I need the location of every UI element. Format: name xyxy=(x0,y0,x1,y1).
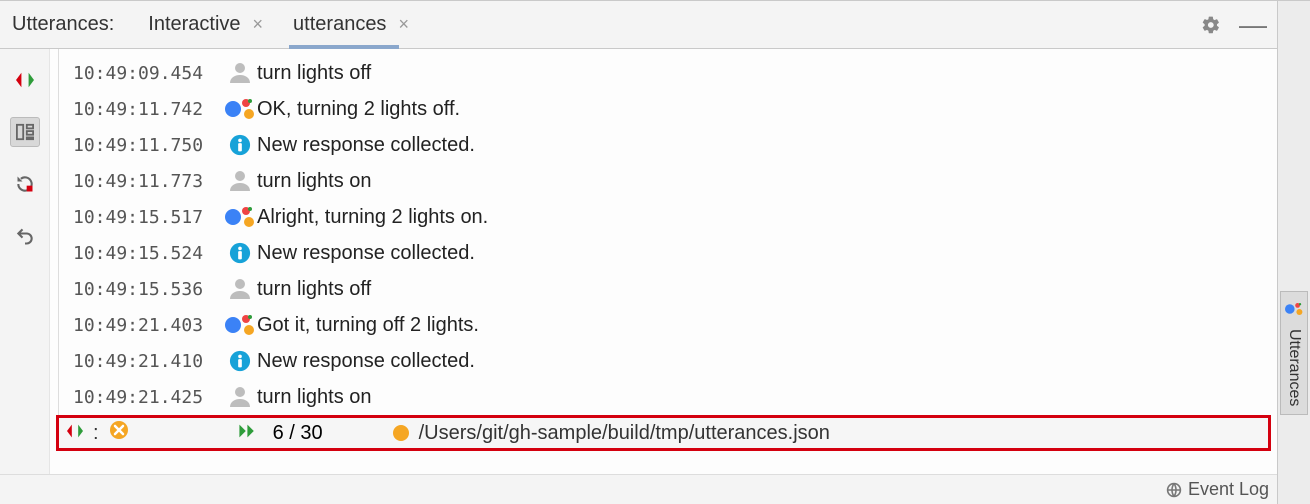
tab-label: Interactive xyxy=(148,13,240,36)
status-colon: : xyxy=(93,422,99,445)
info-icon xyxy=(223,350,257,372)
log-row[interactable]: 10:49:15.517 Alright, turning 2 lights on… xyxy=(73,199,1277,235)
log-row[interactable]: 10:49:15.524 New response collected. xyxy=(73,235,1277,271)
timestamp: 10:49:11.742 xyxy=(73,99,223,120)
user-icon xyxy=(223,385,257,409)
user-icon xyxy=(223,277,257,301)
layout-icon[interactable] xyxy=(10,117,40,147)
tab-utterances[interactable]: utterances × xyxy=(289,1,417,48)
restart-icon[interactable] xyxy=(10,169,40,199)
timestamp: 10:49:21.403 xyxy=(73,315,223,336)
close-icon[interactable]: × xyxy=(394,14,413,35)
minimize-icon[interactable]: — xyxy=(1241,13,1265,37)
compare-icon[interactable] xyxy=(67,422,83,445)
timestamp: 10:49:21.410 xyxy=(73,351,223,372)
side-tab-label: Utterances xyxy=(1285,329,1303,406)
timestamp: 10:49:11.773 xyxy=(73,171,223,192)
side-tab-strip: Utterances xyxy=(1278,0,1310,504)
info-icon xyxy=(223,134,257,156)
log-message: New response collected. xyxy=(257,242,475,265)
log-message: turn lights on xyxy=(257,386,372,409)
log-row[interactable]: 10:49:21.425 turn lights on xyxy=(73,379,1277,415)
gear-icon[interactable] xyxy=(1199,13,1223,37)
timestamp: 10:49:15.536 xyxy=(73,279,223,300)
log-row[interactable]: 10:49:21.410 New response collected. xyxy=(73,343,1277,379)
log-row[interactable]: 10:49:11.742 OK, turning 2 lights off. xyxy=(73,91,1277,127)
log-message: turn lights off xyxy=(257,62,371,85)
log-list: 10:49:09.454 turn lights off 10:49:11.742 O… xyxy=(58,49,1277,415)
footer: Event Log xyxy=(0,474,1277,504)
side-tab-utterances[interactable]: Utterances xyxy=(1280,291,1308,415)
log-message: turn lights off xyxy=(257,278,371,301)
tab-interactive[interactable]: Interactive × xyxy=(144,1,271,48)
log-row[interactable]: 10:49:11.773 turn lights on xyxy=(73,163,1277,199)
timestamp: 10:49:15.524 xyxy=(73,243,223,264)
log-message: New response collected. xyxy=(257,134,475,157)
play-icon[interactable] xyxy=(239,422,259,445)
log-message: OK, turning 2 lights off. xyxy=(257,98,460,121)
assistant-icon xyxy=(223,97,257,121)
user-icon xyxy=(223,169,257,193)
left-toolbar xyxy=(0,49,50,474)
log-row[interactable]: 10:49:15.536 turn lights off xyxy=(73,271,1277,307)
panel-header: Utterances: Interactive × utterances × — xyxy=(0,1,1277,49)
close-icon[interactable]: × xyxy=(249,14,268,35)
info-icon xyxy=(223,242,257,264)
assistant-icon xyxy=(223,313,257,337)
undo-icon[interactable] xyxy=(10,221,40,251)
timestamp: 10:49:09.454 xyxy=(73,63,223,84)
timestamp: 10:49:15.517 xyxy=(73,207,223,228)
timestamp: 10:49:21.425 xyxy=(73,387,223,408)
assistant-icon xyxy=(223,205,257,229)
status-dot-icon xyxy=(393,425,409,441)
event-log-button[interactable]: Event Log xyxy=(1166,479,1269,500)
panel-title: Utterances: xyxy=(12,13,114,36)
log-row[interactable]: 10:49:09.454 turn lights off xyxy=(73,55,1277,91)
log-message: Got it, turning off 2 lights. xyxy=(257,314,479,337)
tab-label: utterances xyxy=(293,13,386,36)
status-bar: : 6 / 30 /Users/git/gh-sample/build/tmp/… xyxy=(56,415,1271,451)
assistant-icon xyxy=(1285,300,1303,323)
warning-icon[interactable] xyxy=(109,420,129,446)
status-path: /Users/git/gh-sample/build/tmp/utterance… xyxy=(419,422,830,445)
log-message: Alright, turning 2 lights on. xyxy=(257,206,488,229)
log-row[interactable]: 10:49:21.403 Got it, turning off 2 lights… xyxy=(73,307,1277,343)
log-message: New response collected. xyxy=(257,350,475,373)
status-counter: 6 / 30 xyxy=(273,422,323,445)
timestamp: 10:49:11.750 xyxy=(73,135,223,156)
compare-icon[interactable] xyxy=(10,65,40,95)
log-row[interactable]: 10:49:11.750 New response collected. xyxy=(73,127,1277,163)
event-log-label: Event Log xyxy=(1188,479,1269,500)
log-message: turn lights on xyxy=(257,170,372,193)
user-icon xyxy=(223,61,257,85)
